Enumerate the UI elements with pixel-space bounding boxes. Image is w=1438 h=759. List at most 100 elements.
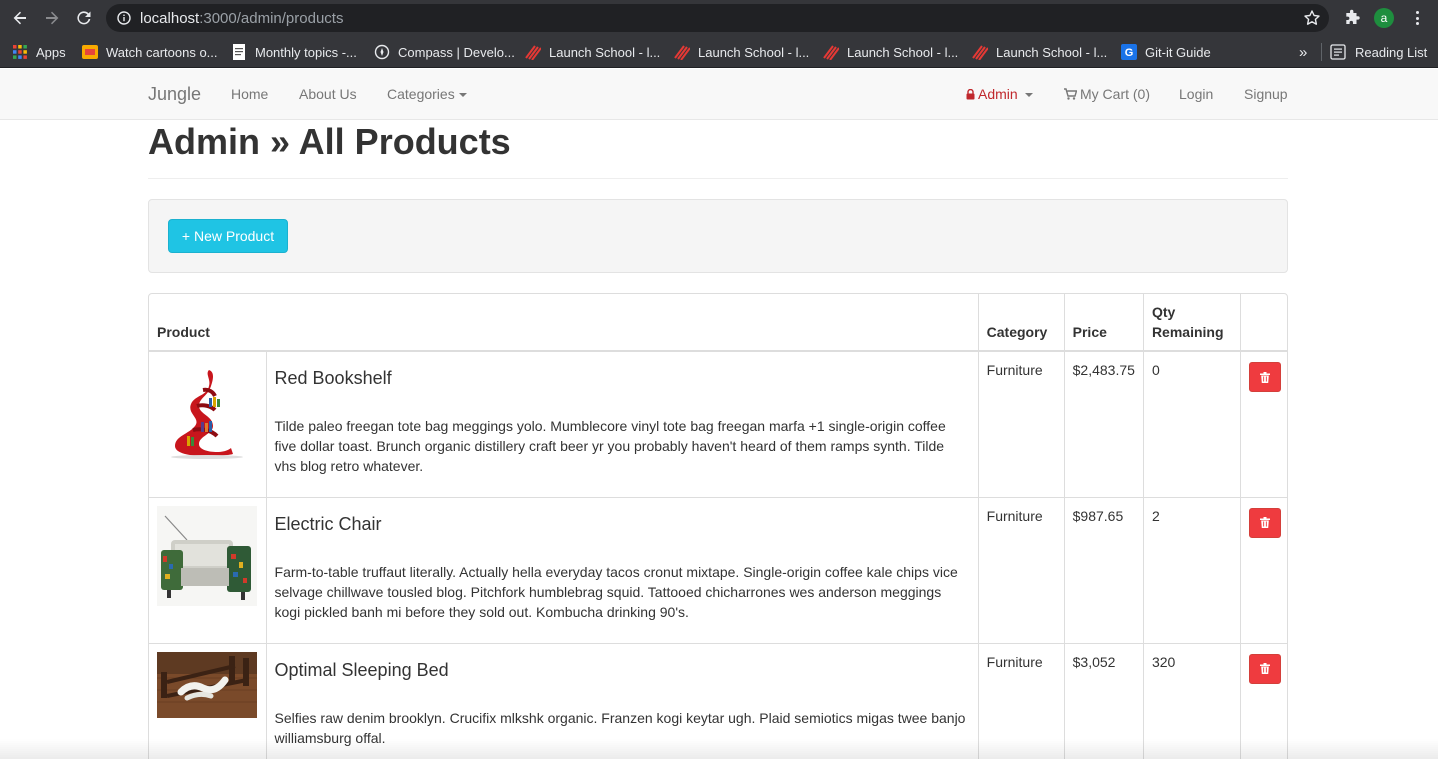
delete-button[interactable] bbox=[1248, 653, 1281, 684]
trash-icon bbox=[1259, 517, 1270, 528]
bookmark-label: Launch School - l... bbox=[996, 44, 1108, 60]
bookmark-watch-cartoons[interactable]: Watch cartoons o... bbox=[82, 36, 218, 68]
forward-button[interactable] bbox=[36, 2, 68, 34]
divider bbox=[148, 178, 1288, 179]
trash-icon bbox=[1259, 663, 1270, 674]
product-description: Tilde paleo freegan tote bag meggings yo… bbox=[274, 418, 946, 474]
separator bbox=[1321, 43, 1322, 61]
bookmark-label: Launch School - l... bbox=[698, 44, 810, 60]
address-bar[interactable]: localhost:3000/admin/products bbox=[106, 4, 1329, 32]
reading-list-icon bbox=[1330, 44, 1346, 60]
nav-admin-dropdown[interactable]: Admin bbox=[966, 86, 1033, 102]
bookmark-compass[interactable]: Compass | Develo... bbox=[374, 36, 515, 68]
url-host: localhost bbox=[140, 9, 200, 27]
bookmark-label: Watch cartoons o... bbox=[106, 44, 218, 60]
nav-my-cart[interactable]: My Cart (0) bbox=[1064, 86, 1150, 102]
product-image-cell bbox=[149, 350, 267, 497]
url-text: localhost:3000/admin/products bbox=[140, 10, 343, 27]
header-category: Category bbox=[977, 294, 1065, 352]
bookmark-monthly-topics[interactable]: Monthly topics -... bbox=[231, 36, 357, 68]
caret-down-icon bbox=[1024, 93, 1033, 98]
admin-label: Admin bbox=[978, 86, 1018, 102]
caret-down-icon bbox=[458, 93, 467, 98]
product-qty: 320 bbox=[1142, 642, 1241, 759]
table-row: Electric Chair Farm-to-table truffaut li… bbox=[149, 496, 1287, 643]
table-row: Red Bookshelf Tilde paleo freegan tote b… bbox=[149, 350, 1287, 497]
bookmark-label: Launch School - l... bbox=[847, 44, 959, 60]
lock-icon bbox=[966, 88, 975, 100]
nav-home[interactable]: Home bbox=[231, 86, 268, 102]
delete-button[interactable] bbox=[1248, 362, 1281, 392]
brand-link[interactable]: Jungle bbox=[148, 84, 201, 105]
nav-categories-dropdown[interactable]: Categories bbox=[387, 86, 467, 102]
bookmarks-bar: Apps Watch cartoons o... Monthly topics … bbox=[0, 36, 1438, 68]
reload-button[interactable] bbox=[68, 2, 100, 34]
product-name: Optimal Sleeping Bed bbox=[274, 659, 449, 680]
product-category: Furniture bbox=[977, 350, 1065, 497]
compass-icon bbox=[374, 44, 390, 60]
new-product-button[interactable]: + New Product bbox=[168, 219, 288, 253]
table-row: Optimal Sleeping Bed Selfies raw denim b… bbox=[149, 642, 1287, 759]
header-qty-remaining: Qty Remaining bbox=[1142, 294, 1241, 352]
bookmark-apps[interactable]: Apps bbox=[12, 36, 66, 68]
bookmark-label: Apps bbox=[36, 44, 66, 60]
bookmark-git-it-guide[interactable]: G Git-it Guide bbox=[1121, 36, 1211, 68]
apps-grid-icon bbox=[13, 45, 27, 59]
extensions-puzzle-icon[interactable] bbox=[1343, 9, 1361, 27]
product-name: Electric Chair bbox=[274, 513, 382, 534]
page-title: Admin » All Products bbox=[148, 121, 511, 162]
profile-avatar[interactable]: a bbox=[1374, 8, 1394, 28]
site-navbar: Jungle Home About Us Categories Admin My… bbox=[0, 69, 1438, 120]
cart-label: My Cart (0) bbox=[1080, 86, 1150, 102]
back-button[interactable] bbox=[4, 2, 36, 34]
product-price: $987.65 bbox=[1063, 496, 1144, 643]
product-description: Selfies raw denim brooklyn. Crucifix mlk… bbox=[274, 709, 966, 746]
bookmark-label: Git-it Guide bbox=[1145, 44, 1211, 60]
document-icon bbox=[233, 44, 245, 60]
launch-school-icon bbox=[525, 45, 541, 60]
product-info-cell: Optimal Sleeping Bed Selfies raw denim b… bbox=[265, 642, 979, 759]
categories-label: Categories bbox=[387, 86, 455, 102]
nav-signup[interactable]: Signup bbox=[1244, 86, 1288, 102]
electric-chair-image bbox=[157, 505, 257, 606]
product-price: $2,483.75 bbox=[1063, 350, 1144, 497]
delete-button[interactable] bbox=[1248, 507, 1281, 538]
arrow-left-icon bbox=[13, 11, 26, 25]
product-category: Furniture bbox=[977, 642, 1065, 759]
product-image-cell bbox=[149, 642, 267, 759]
actions-cell bbox=[1239, 642, 1287, 759]
info-icon[interactable] bbox=[116, 10, 132, 26]
nav-login[interactable]: Login bbox=[1179, 86, 1213, 102]
reading-list-button[interactable]: Reading List bbox=[1321, 36, 1427, 68]
launch-school-icon bbox=[823, 45, 839, 60]
header-product: Product bbox=[149, 294, 979, 352]
table-header-row: Product Category Price Qty Remaining bbox=[149, 294, 1287, 352]
red-bookshelf-image bbox=[157, 360, 257, 460]
bookmark-launch-school-2[interactable]: Launch School - l... bbox=[674, 36, 809, 68]
product-image-cell bbox=[149, 496, 267, 643]
reading-list-label: Reading List bbox=[1355, 44, 1428, 60]
browser-menu-icon[interactable] bbox=[1410, 9, 1424, 27]
svg-text:G: G bbox=[1125, 47, 1134, 59]
bookmark-launch-school-3[interactable]: Launch School - l... bbox=[823, 36, 958, 68]
product-qty: 2 bbox=[1142, 496, 1241, 643]
actions-well: + New Product bbox=[148, 199, 1288, 273]
nav-about-us[interactable]: About Us bbox=[299, 86, 357, 102]
product-name: Red Bookshelf bbox=[274, 368, 392, 388]
bookmark-label: Compass | Develo... bbox=[398, 44, 515, 60]
arrow-right-icon bbox=[46, 11, 59, 25]
bookmark-launch-school-4[interactable]: Launch School - l... bbox=[972, 36, 1107, 68]
bookmarks-overflow[interactable]: » bbox=[1299, 36, 1307, 68]
trash-icon bbox=[1259, 371, 1270, 383]
bookmark-launch-school-1[interactable]: Launch School - l... bbox=[525, 36, 660, 68]
bookmark-label: Monthly topics -... bbox=[255, 44, 357, 60]
reload-icon bbox=[77, 11, 91, 25]
bookmark-label: Launch School - l... bbox=[549, 44, 661, 60]
launch-school-icon bbox=[972, 45, 988, 60]
launch-school-icon bbox=[674, 45, 690, 60]
product-price: $3,052 bbox=[1063, 642, 1144, 759]
header-actions bbox=[1239, 294, 1287, 352]
products-table-panel: Product Category Price Qty Remaining Red… bbox=[148, 293, 1288, 759]
bookmark-star-icon[interactable] bbox=[1303, 9, 1321, 27]
url-path: :3000/admin/products bbox=[199, 9, 344, 27]
